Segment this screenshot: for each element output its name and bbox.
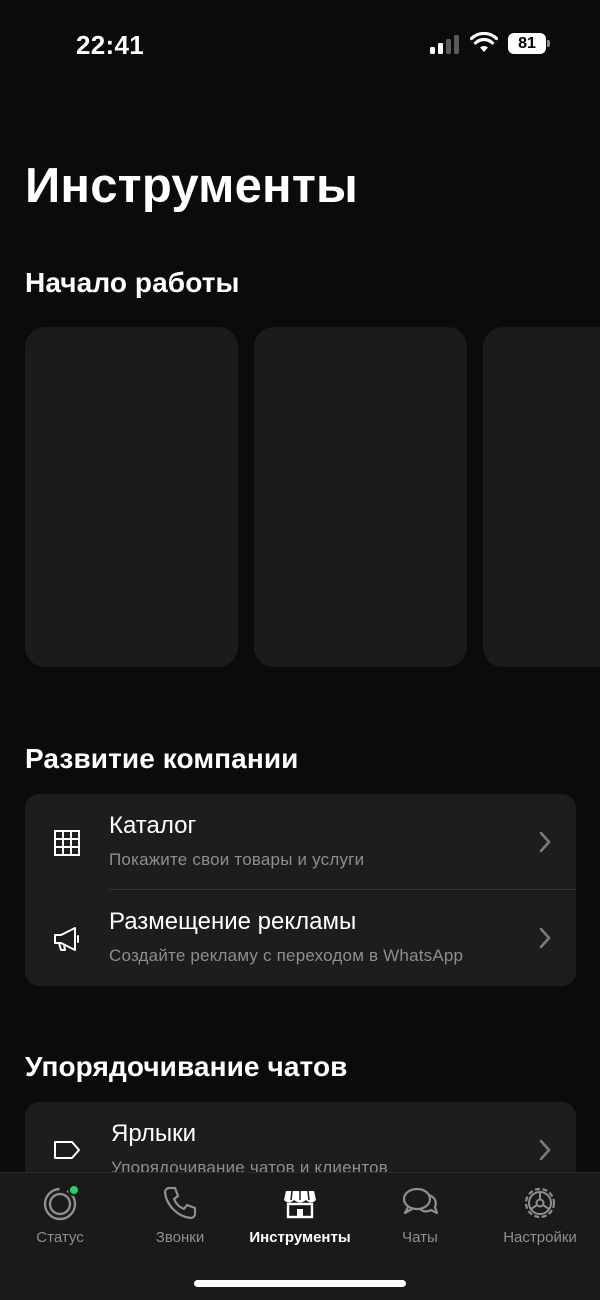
battery-icon: 81 — [508, 33, 550, 54]
label-icon — [54, 1141, 80, 1159]
tab-chats[interactable]: Чаты — [360, 1183, 480, 1253]
tab-settings[interactable]: Настройки — [480, 1183, 600, 1253]
status-bar: 22:41 81 — [0, 0, 600, 90]
tab-label: Звонки — [155, 1229, 205, 1246]
tools-screen: 22:41 81 Инструменты Начало работы Разви… — [0, 0, 600, 1300]
list-item-ad-placement[interactable]: Размещение рекламы Создайте рекламу с пе… — [25, 890, 576, 986]
list-item-title: Каталог — [109, 812, 197, 839]
business-growth-list: Каталог Покажите свои товары и услуги Ра… — [25, 794, 576, 986]
cellular-signal-icon — [430, 34, 462, 54]
home-indicator[interactable] — [194, 1280, 406, 1287]
list-item-title: Размещение рекламы — [109, 908, 357, 935]
tab-label: Чаты — [402, 1229, 438, 1246]
getting-started-card[interactable] — [254, 327, 467, 667]
section-title-chat-organization: Упорядочивание чатов — [25, 1051, 348, 1082]
wifi-icon — [470, 32, 498, 52]
getting-started-carousel[interactable] — [25, 327, 600, 667]
megaphone-icon — [54, 927, 79, 951]
tab-bar: Статус Звонки Инструменты Чаты Настройки — [0, 1172, 600, 1300]
section-title-business-growth: Развитие компании — [25, 743, 299, 774]
tab-label: Статус — [36, 1229, 84, 1246]
status-icon — [43, 1184, 80, 1221]
phone-icon — [163, 1186, 197, 1220]
storefront-icon — [284, 1190, 316, 1219]
section-title-getting-started: Начало работы — [25, 267, 240, 298]
status-time: 22:41 — [76, 30, 144, 60]
chevron-right-icon — [539, 1139, 551, 1161]
list-item-title: Ярлыки — [111, 1120, 197, 1147]
list-item-catalog[interactable]: Каталог Покажите свои товары и услуги — [25, 794, 576, 890]
grid-icon — [54, 830, 80, 856]
chevron-right-icon — [539, 831, 551, 853]
chevron-right-icon — [539, 927, 551, 949]
tab-calls[interactable]: Звонки — [120, 1183, 240, 1253]
tab-tools[interactable]: Инструменты — [240, 1183, 360, 1253]
getting-started-card[interactable] — [25, 327, 238, 667]
tab-label: Настройки — [503, 1229, 577, 1246]
list-item-subtitle: Создайте рекламу с переходом в WhatsApp — [109, 946, 464, 965]
list-item-subtitle: Покажите свои товары и услуги — [109, 850, 365, 869]
battery-level: 81 — [508, 33, 546, 54]
settings-icon — [524, 1187, 556, 1219]
page-title: Инструменты — [25, 159, 359, 213]
tab-status[interactable]: Статус — [0, 1183, 120, 1253]
getting-started-card[interactable] — [483, 327, 600, 667]
chats-icon — [402, 1187, 439, 1215]
tab-label: Инструменты — [249, 1229, 351, 1246]
